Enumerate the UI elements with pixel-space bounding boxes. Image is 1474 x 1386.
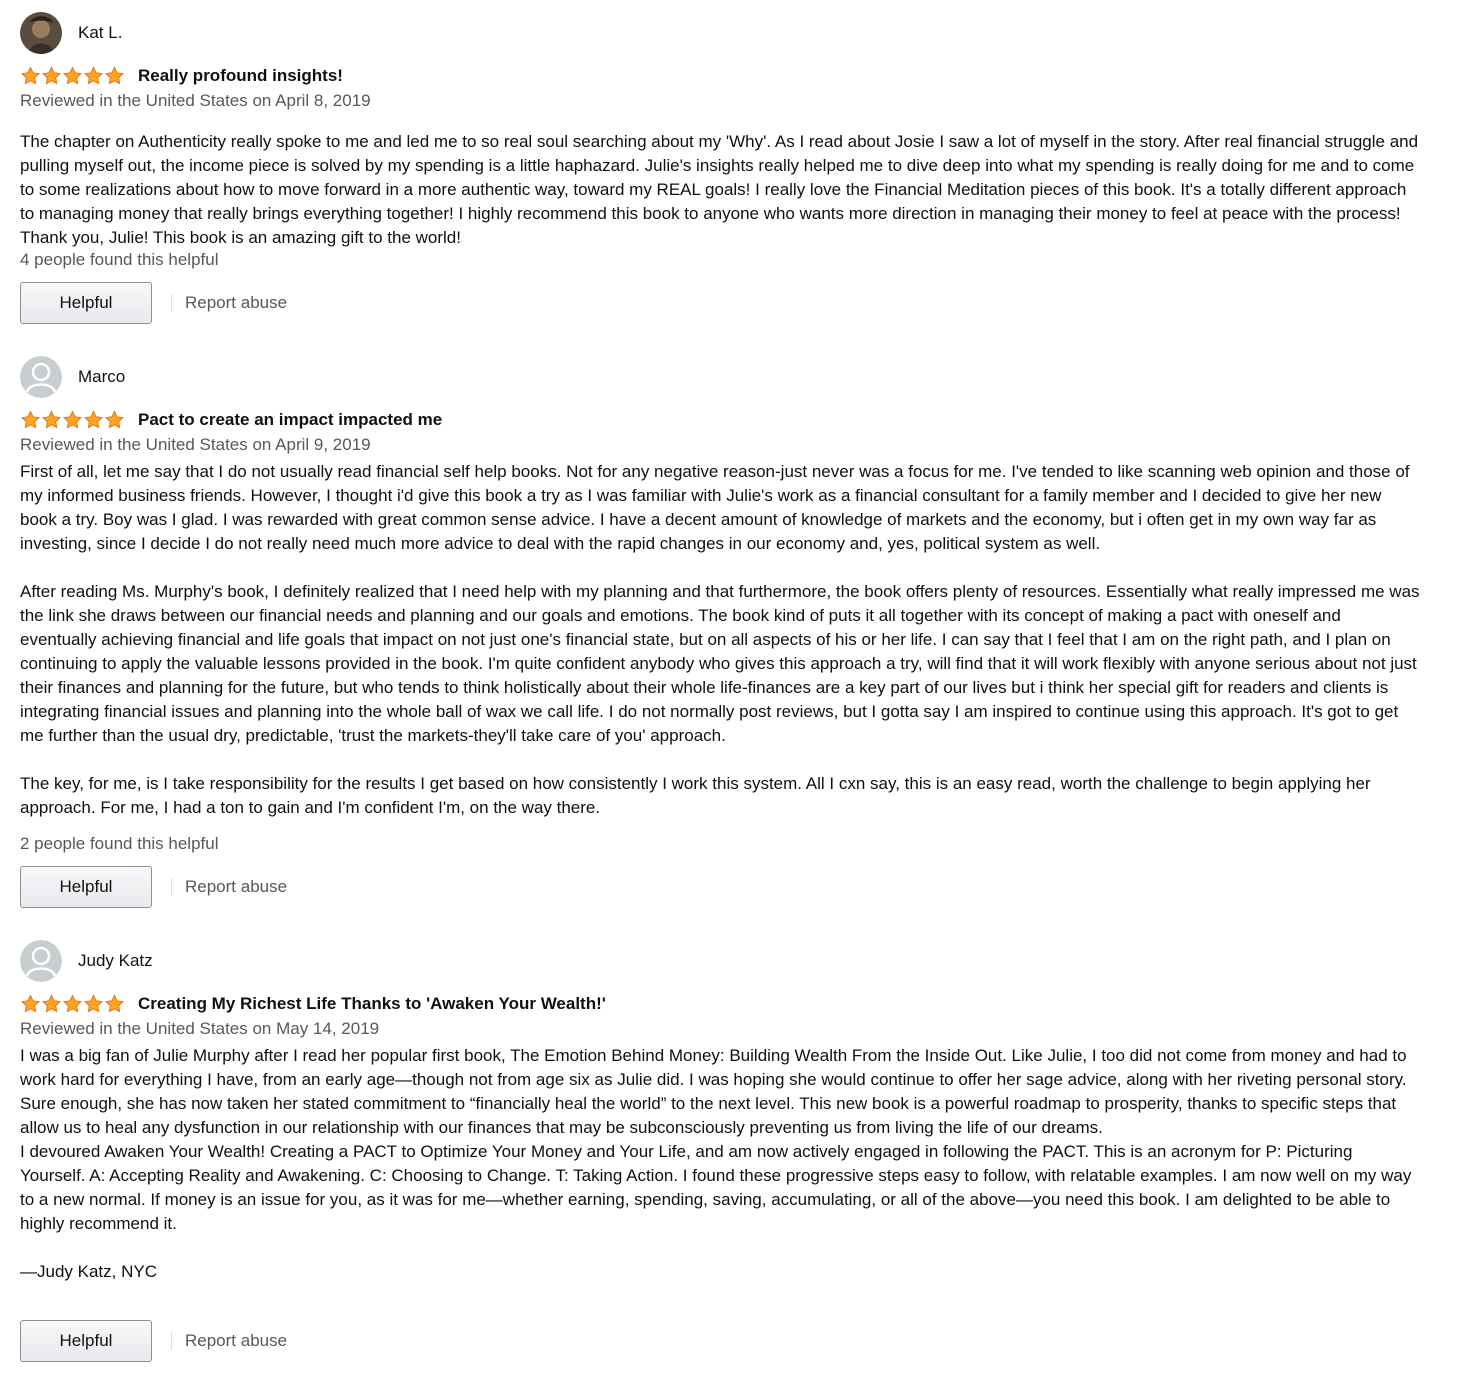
reviewer-name: Marco (78, 367, 126, 386)
divider (171, 294, 172, 312)
star-icon (62, 410, 83, 429)
review-body: I was a big fan of Julie Murphy after I … (20, 1044, 1420, 1284)
star-icon (20, 66, 41, 85)
star-rating[interactable] (20, 410, 126, 430)
review-date: Reviewed in the United States on May 14,… (20, 1019, 380, 1038)
review-paragraph: I devoured Awaken Your Wealth! Creating … (20, 1142, 1412, 1233)
helpful-count: 2 people found this helpful (20, 834, 219, 853)
star-rating[interactable] (20, 66, 126, 86)
star-icon (83, 410, 104, 429)
review-body: The chapter on Authenticity really spoke… (20, 130, 1420, 250)
divider (171, 1332, 172, 1350)
star-icon (83, 66, 104, 85)
review-title[interactable]: Creating My Richest Life Thanks to 'Awak… (138, 994, 606, 1014)
star-icon (104, 410, 125, 429)
star-icon (41, 66, 62, 85)
review-paragraph: The chapter on Authenticity really spoke… (20, 132, 1419, 247)
review-date: Reviewed in the United States on April 8… (20, 91, 371, 110)
report-abuse-link[interactable]: Report abuse (185, 293, 287, 313)
review-signature: —Judy Katz, NYC (20, 1262, 157, 1281)
star-icon (41, 410, 62, 429)
star-icon (41, 994, 62, 1013)
star-icon (104, 66, 125, 85)
review-title[interactable]: Really profound insights! (138, 66, 343, 86)
star-icon (62, 994, 83, 1013)
star-rating[interactable] (20, 994, 126, 1014)
review-date: Reviewed in the United States on April 9… (20, 435, 371, 454)
reviewer-name: Judy Katz (78, 951, 153, 970)
star-icon (20, 410, 41, 429)
star-icon (20, 994, 41, 1013)
star-icon (104, 994, 125, 1013)
helpful-count: 4 people found this helpful (20, 250, 219, 269)
review-title[interactable]: Pact to create an impact impacted me (138, 410, 442, 430)
reviewer-name: Kat L. (78, 23, 123, 42)
divider (171, 878, 172, 896)
default-user-icon (20, 940, 62, 982)
user-photo-avatar-icon (20, 12, 62, 54)
review-actions: Helpful Report abuse (20, 1319, 287, 1363)
star-icon (62, 66, 83, 85)
reviewer-profile[interactable]: Kat L. (20, 12, 122, 54)
report-abuse-link[interactable]: Report abuse (185, 877, 287, 897)
reviewer-profile[interactable]: Marco (20, 356, 125, 398)
review-actions: Helpful Report abuse (20, 865, 287, 909)
helpful-button[interactable]: Helpful (20, 1320, 152, 1362)
helpful-button[interactable]: Helpful (20, 282, 152, 324)
star-icon (83, 994, 104, 1013)
helpful-button[interactable]: Helpful (20, 866, 152, 908)
rating-row: Pact to create an impact impacted me (20, 408, 442, 432)
review-body: First of all, let me say that I do not u… (20, 460, 1420, 820)
report-abuse-link[interactable]: Report abuse (185, 1331, 287, 1351)
review-paragraph: First of all, let me say that I do not u… (20, 462, 1410, 553)
review-paragraph: After reading Ms. Murphy's book, I defin… (20, 582, 1420, 745)
reviewer-profile[interactable]: Judy Katz (20, 940, 153, 982)
review-paragraph: The key, for me, is I take responsibilit… (20, 774, 1371, 817)
default-user-icon (20, 356, 62, 398)
review-paragraph: I was a big fan of Julie Murphy after I … (20, 1046, 1407, 1137)
rating-row: Really profound insights! (20, 64, 343, 88)
rating-row: Creating My Richest Life Thanks to 'Awak… (20, 992, 606, 1016)
review-actions: Helpful Report abuse (20, 281, 287, 325)
